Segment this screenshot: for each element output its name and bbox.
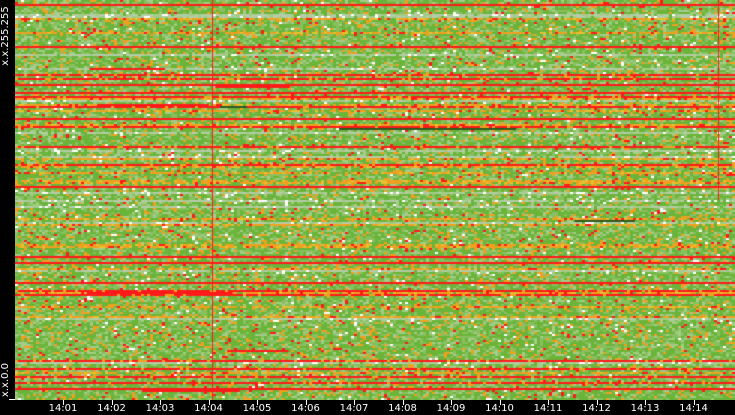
x-tick-label: 14:04 <box>194 403 223 414</box>
heatmap-plot-area <box>15 0 735 400</box>
x-tick-label: 14:01 <box>48 403 78 414</box>
x-tick-label: 14:09 <box>436 403 466 414</box>
x-tick-label: 14:05 <box>242 403 272 414</box>
x-tick-label: 14:08 <box>388 403 417 414</box>
x-tick-label: 14:02 <box>97 403 126 414</box>
x-tick-label: 14:13 <box>630 403 660 414</box>
x-tick-label: 14:14 <box>679 403 708 414</box>
y-label-bottom: x.x.0.0 <box>0 362 11 398</box>
heatmap-chart: x.x.255.255 x.x.0.0 14:01 14:02 14:03 14:04… <box>0 0 735 415</box>
x-tick-label: 14:10 <box>485 403 514 414</box>
x-tick-label: 14:03 <box>145 403 175 414</box>
x-tick-label: 14:11 <box>533 403 563 414</box>
x-tick-label: 14:07 <box>339 403 369 414</box>
x-axis: 14:01 14:02 14:03 14:04 14:05 14:06 14:07 14:08… <box>15 400 735 415</box>
y-label-top: x.x.255.255 <box>0 6 11 66</box>
x-tick-label: 14:12 <box>582 403 611 414</box>
x-tick-label: 14:06 <box>291 403 320 414</box>
